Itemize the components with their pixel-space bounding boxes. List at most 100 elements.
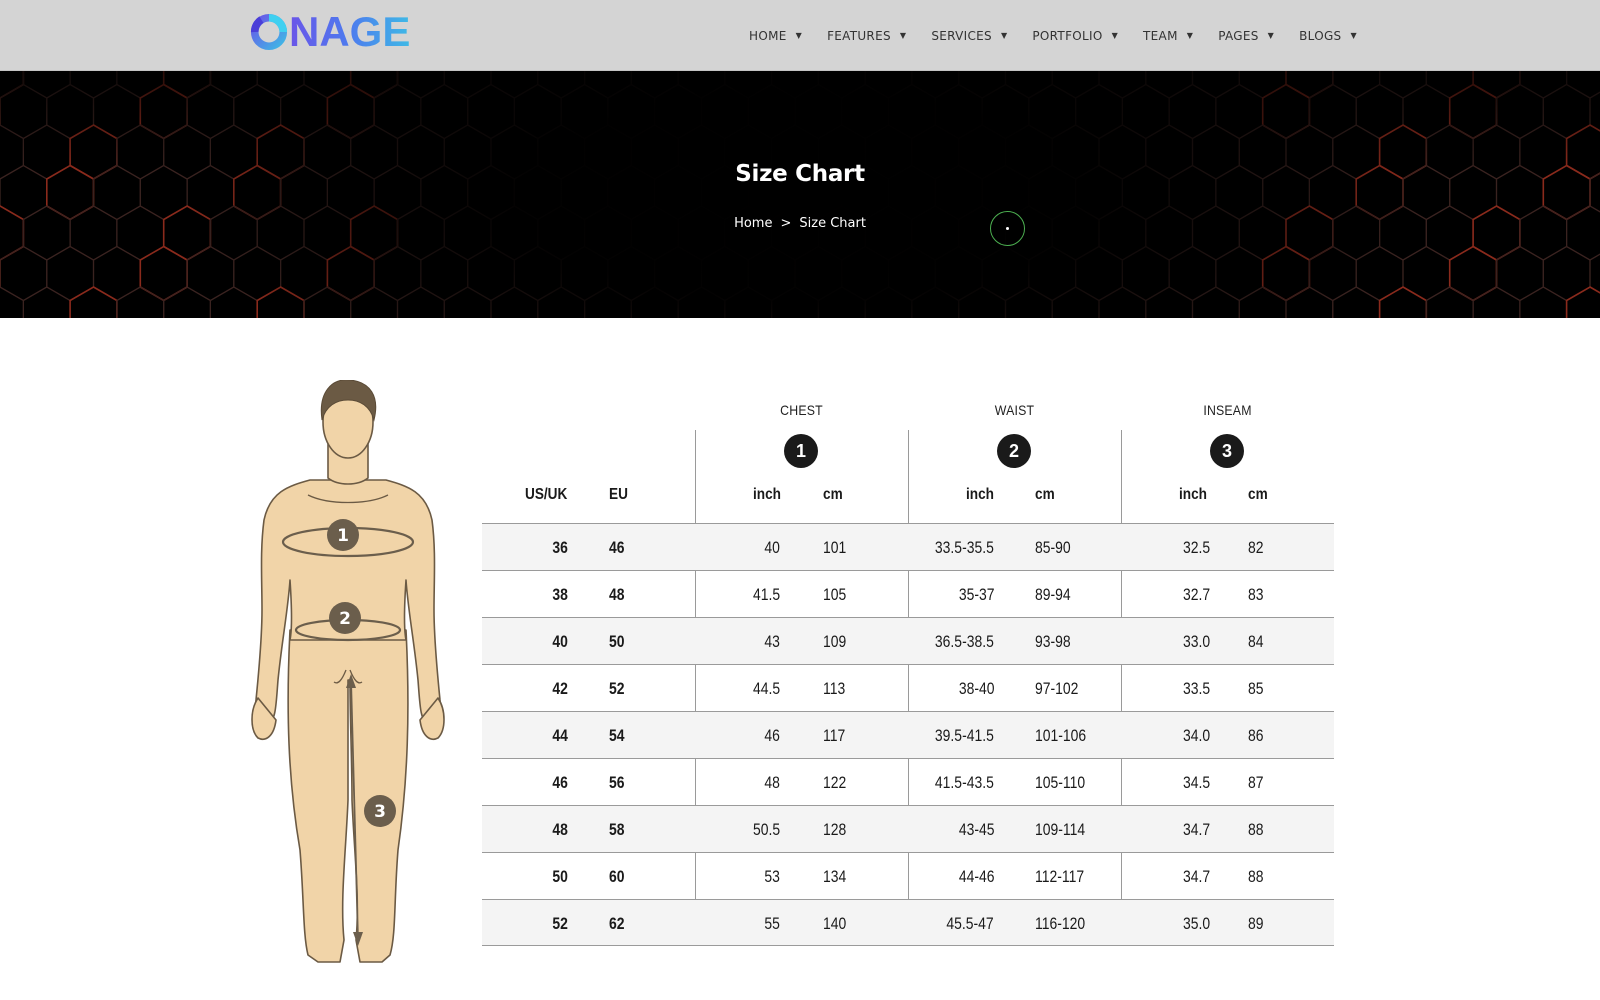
cursor-dot-icon (1006, 227, 1009, 230)
cell-inseam-inch: 34.7 (1182, 820, 1210, 839)
cell-chest-inch: 53 (764, 867, 780, 886)
cell-us-uk: 40 (552, 632, 568, 651)
cell-eu: 46 (609, 538, 625, 557)
cell-chest-cm: 140 (823, 914, 847, 933)
cell-chest-cm: 117 (823, 726, 846, 745)
cell-waist-cm: 109-114 (1035, 820, 1086, 839)
logo-wordmark: NAGE (289, 8, 411, 55)
nav-blogs-label: BLOGS (1299, 28, 1342, 43)
cell-waist-inch: 33.5-35.5 (935, 538, 994, 557)
nav-services[interactable]: SERVICES ▼ (931, 29, 1007, 43)
header-chest-inch: inch (753, 486, 781, 503)
breadcrumb-home-link[interactable]: Home (734, 216, 772, 231)
page-title: Size Chart (735, 161, 865, 187)
cell-waist-inch: 45.5-47 (946, 914, 994, 933)
cell-inseam-cm: 85 (1248, 679, 1264, 698)
cell-inseam-cm: 87 (1248, 773, 1264, 792)
cell-chest-inch: 41.5 (752, 585, 780, 604)
svg-text:3: 3 (374, 802, 386, 822)
group-header-chest: CHEST (780, 402, 823, 418)
cell-waist-cm: 89-94 (1035, 585, 1071, 604)
header-chest-cm: cm (823, 486, 843, 503)
nav-home[interactable]: HOME ▼ (749, 29, 802, 43)
header-us-uk: US/UK (525, 486, 568, 503)
cell-chest-cm: 101 (823, 538, 847, 557)
cell-inseam-cm: 83 (1248, 585, 1264, 604)
cell-chest-cm: 105 (823, 585, 847, 604)
cell-inseam-inch: 35.0 (1182, 914, 1210, 933)
nav-features[interactable]: FEATURES ▼ (827, 29, 906, 43)
cell-inseam-cm: 88 (1248, 867, 1264, 886)
cell-us-uk: 36 (552, 538, 568, 557)
header-waist-cm: cm (1035, 486, 1055, 503)
cell-chest-cm: 113 (823, 679, 846, 698)
cell-waist-inch: 44-46 (958, 867, 994, 886)
cell-chest-inch: 48 (764, 773, 780, 792)
cell-eu: 54 (609, 726, 625, 745)
cell-eu: 58 (609, 820, 625, 839)
chevron-down-icon: ▼ (1000, 31, 1008, 40)
cell-waist-inch: 38-40 (958, 679, 994, 698)
cell-inseam-inch: 34.5 (1182, 773, 1210, 792)
table-row: 48 58 50.5 128 43-45 109-114 34.7 88 (482, 805, 1334, 852)
chevron-down-icon: ▼ (1186, 31, 1194, 40)
breadcrumb: Home > Size Chart (0, 216, 1600, 231)
figure-marker-3: 3 (364, 795, 396, 827)
cell-waist-cm: 116-120 (1035, 914, 1086, 933)
cell-us-uk: 42 (552, 679, 568, 698)
nav-portfolio[interactable]: PORTFOLIO ▼ (1032, 29, 1118, 43)
nav-team[interactable]: TEAM ▼ (1143, 29, 1193, 43)
cell-eu: 60 (609, 867, 625, 886)
cell-chest-cm: 122 (823, 773, 847, 792)
cell-us-uk: 44 (552, 726, 568, 745)
nav-pages-label: PAGES (1218, 28, 1259, 43)
cell-chest-inch: 46 (764, 726, 780, 745)
table-row: 50 60 53 134 44-46 112-117 34.7 88 (482, 852, 1334, 899)
size-table-body: 36 46 40 101 33.5-35.5 85-90 32.5 82 38 … (482, 523, 1334, 946)
cell-eu: 62 (609, 914, 625, 933)
hero-vignette (0, 71, 1600, 318)
nav-features-label: FEATURES (827, 28, 891, 43)
top-navigation-bar: NAGE HOME ▼ FEATURES ▼ SERVICES ▼ PORTFOLIO… (0, 0, 1600, 71)
header-inseam-cm: cm (1248, 486, 1268, 503)
cell-waist-inch: 35-37 (958, 585, 994, 604)
cell-waist-inch: 41.5-43.5 (935, 773, 994, 792)
chevron-down-icon: ▼ (1267, 31, 1275, 40)
cell-inseam-inch: 33.5 (1182, 679, 1210, 698)
cell-inseam-inch: 32.5 (1182, 538, 1210, 557)
figure-marker-2: 2 (329, 602, 361, 634)
table-row: 42 52 44.5 113 38-40 97-102 33.5 85 (482, 664, 1334, 711)
cell-chest-cm: 109 (823, 632, 847, 651)
cell-waist-inch: 43-45 (958, 820, 994, 839)
group-header-inseam: INSEAM (1203, 402, 1252, 418)
human-body-illustration (251, 385, 445, 963)
cell-eu: 52 (609, 679, 625, 698)
page-hero-banner: Size Chart Home > Size Chart (0, 71, 1600, 318)
cell-inseam-cm: 84 (1248, 632, 1264, 651)
nav-portfolio-label: PORTFOLIO (1032, 28, 1103, 43)
cell-inseam-inch: 33.0 (1182, 632, 1210, 651)
chest-number-badge: 1 (784, 434, 818, 468)
cell-inseam-cm: 86 (1248, 726, 1264, 745)
cell-waist-cm: 93-98 (1035, 632, 1071, 651)
site-logo[interactable]: NAGE (250, 10, 410, 54)
cell-waist-cm: 112-117 (1035, 867, 1085, 886)
cell-inseam-inch: 32.7 (1182, 585, 1210, 604)
cell-inseam-cm: 82 (1248, 538, 1264, 557)
table-row: 40 50 43 109 36.5-38.5 93-98 33.0 84 (482, 617, 1334, 664)
nav-team-label: TEAM (1143, 28, 1178, 43)
nav-pages[interactable]: PAGES ▼ (1218, 29, 1274, 43)
cell-chest-inch: 40 (764, 538, 780, 557)
cell-chest-inch: 44.5 (752, 679, 780, 698)
nav-blogs[interactable]: BLOGS ▼ (1299, 29, 1357, 43)
cell-waist-inch: 39.5-41.5 (935, 726, 994, 745)
header-eu: EU (609, 486, 628, 503)
main-nav: HOME ▼ FEATURES ▼ SERVICES ▼ PORTFOLIO ▼ TEA… (749, 0, 1382, 71)
body-measurement-figure: 1 2 3 (251, 380, 445, 963)
cell-inseam-cm: 89 (1248, 914, 1264, 933)
cell-us-uk: 48 (552, 820, 568, 839)
table-row: 46 56 48 122 41.5-43.5 105-110 34.5 87 (482, 758, 1334, 805)
cell-waist-inch: 36.5-38.5 (935, 632, 994, 651)
table-row: 44 54 46 117 39.5-41.5 101-106 34.0 86 (482, 711, 1334, 758)
nav-home-label: HOME (749, 28, 787, 43)
